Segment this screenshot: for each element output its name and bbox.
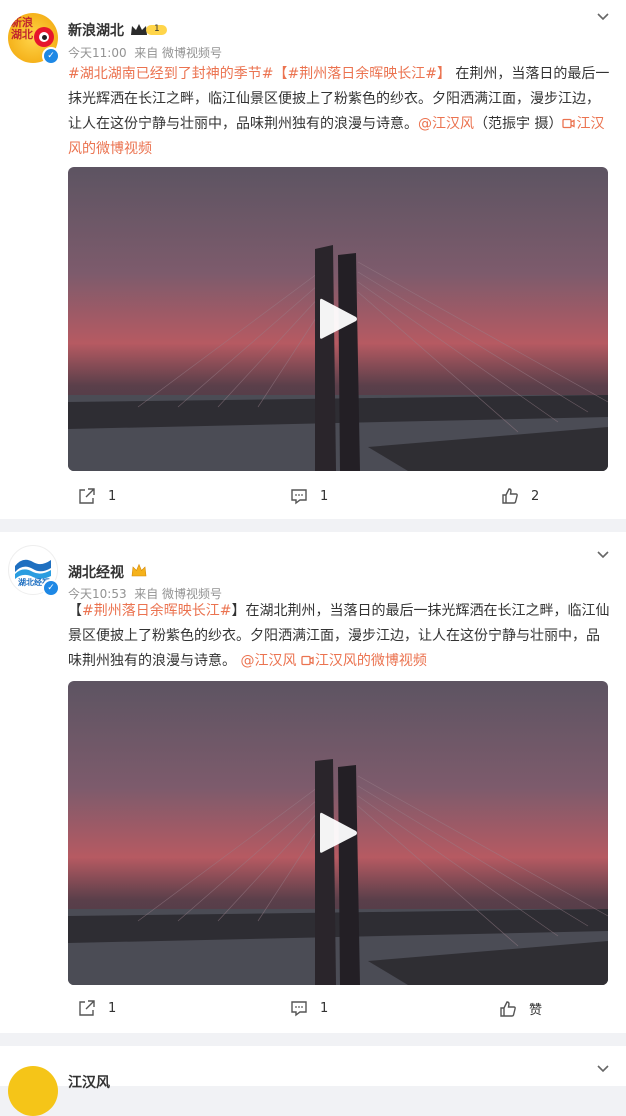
crown-icon bbox=[131, 563, 147, 577]
crown-icon: 1 bbox=[130, 22, 168, 36]
avatar[interactable]: 湖北经视 ✓ bbox=[8, 545, 60, 597]
topic-link[interactable]: #湖北湖南已经到了封神的季节# bbox=[68, 66, 273, 82]
comment-button[interactable]: 1 bbox=[290, 487, 328, 505]
avatar[interactable] bbox=[8, 1066, 58, 1116]
play-icon[interactable] bbox=[316, 295, 360, 343]
share-button[interactable]: 1 bbox=[78, 487, 116, 505]
verified-icon: ✓ bbox=[42, 579, 60, 597]
mention-link[interactable]: @江汉风 bbox=[418, 116, 474, 132]
post-source: 来自 微博视频号 bbox=[134, 46, 223, 60]
chevron-down-icon[interactable] bbox=[596, 548, 610, 562]
share-icon bbox=[79, 488, 95, 504]
comment-icon bbox=[291, 1001, 307, 1017]
comment-icon bbox=[291, 489, 307, 505]
video-player[interactable] bbox=[68, 681, 608, 985]
post-text: 【#荆州落日余晖映长江#】在湖北荆州，当落日的最后一抹光辉洒在长江之畔，临江仙景… bbox=[68, 599, 613, 674]
weibo-eye-icon bbox=[34, 27, 54, 47]
author-name[interactable]: 江汉风 bbox=[68, 1072, 110, 1092]
video-link-icon bbox=[562, 118, 576, 129]
post-card: 湖北经视 ✓ 湖北经视 今天10:53 来自 微博视频号 【#荆州落日余晖映长江… bbox=[0, 532, 626, 1033]
mention-link[interactable]: @江汉风 bbox=[240, 653, 296, 669]
verified-icon: ✓ bbox=[42, 47, 60, 65]
post-meta: 今天11:00 来自 微博视频号 bbox=[68, 44, 222, 61]
photo-credit: （范振宇 摄） bbox=[474, 116, 563, 132]
avatar-label: 新浪湖北 bbox=[11, 16, 33, 41]
post-card: 江汉风 bbox=[0, 1046, 626, 1116]
post-text: #湖北湖南已经到了封神的季节#【#荆州落日余晖映长江#】 在荆州，当落日的最后一… bbox=[68, 62, 613, 162]
bracket: 【 bbox=[68, 603, 82, 619]
video-link-label: 江汉风的微博视频 bbox=[314, 653, 427, 669]
comment-count: 1 bbox=[320, 488, 329, 504]
topic-link[interactable]: 【#荆州落日余晖映长江#】 bbox=[273, 66, 450, 82]
share-count: 1 bbox=[108, 488, 117, 504]
video-player[interactable] bbox=[68, 167, 608, 471]
chevron-down-icon[interactable] bbox=[596, 10, 610, 24]
like-button[interactable]: 2 bbox=[501, 487, 539, 505]
author-name[interactable]: 新浪湖北 bbox=[68, 20, 124, 40]
play-icon[interactable] bbox=[316, 809, 360, 857]
video-link[interactable]: 江汉风的微博视频 bbox=[301, 653, 427, 669]
post-time[interactable]: 今天11:00 bbox=[68, 46, 127, 60]
like-icon bbox=[502, 488, 518, 504]
chevron-down-icon[interactable] bbox=[596, 1062, 610, 1076]
share-button[interactable]: 1 bbox=[78, 999, 116, 1017]
like-button[interactable]: 赞 bbox=[499, 999, 542, 1018]
action-bar: 1 1 2 bbox=[0, 487, 626, 517]
share-count: 1 bbox=[108, 1000, 117, 1016]
avatar[interactable]: 新浪湖北 ✓ bbox=[8, 13, 60, 65]
level-badge: 1 bbox=[154, 24, 160, 34]
bracket: 】 bbox=[231, 603, 246, 619]
action-bar: 1 1 赞 bbox=[0, 999, 626, 1029]
comment-button[interactable]: 1 bbox=[290, 999, 328, 1017]
post-card: 新浪湖北 ✓ 新浪湖北 1 今天11:00 来自 微博视频号 #湖北湖南已经到了… bbox=[0, 0, 626, 519]
author-name[interactable]: 湖北经视 bbox=[68, 562, 124, 582]
like-label: 赞 bbox=[529, 1003, 543, 1018]
video-link-icon bbox=[301, 655, 314, 666]
comment-count: 1 bbox=[320, 1000, 329, 1016]
like-count: 2 bbox=[531, 488, 540, 504]
like-icon bbox=[500, 1000, 516, 1017]
topic-link[interactable]: #荆州落日余晖映长江# bbox=[82, 603, 231, 619]
share-icon bbox=[79, 1000, 95, 1016]
